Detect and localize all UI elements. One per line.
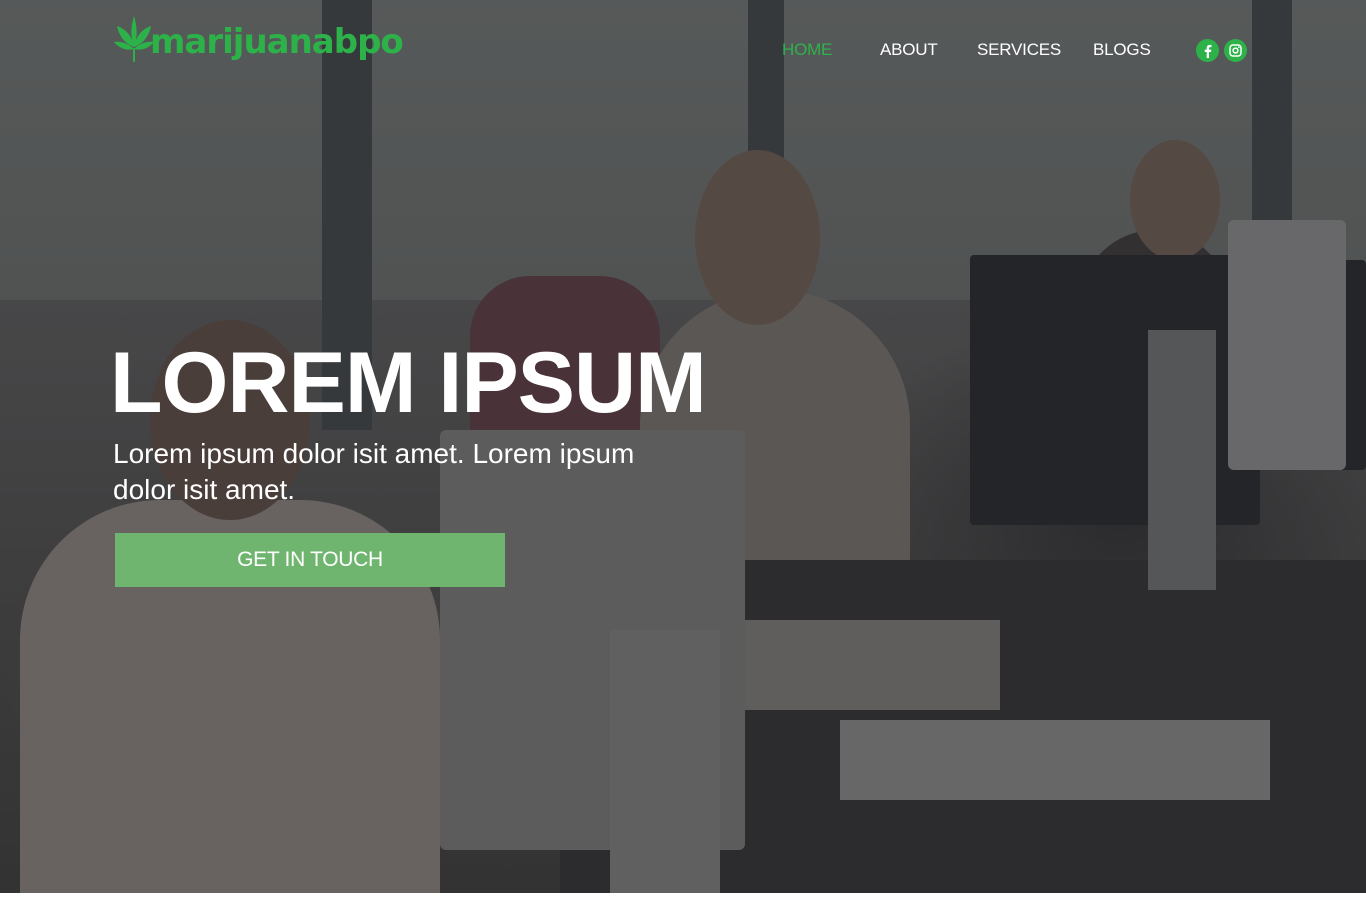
nav-item-blogs[interactable]: BLOGS bbox=[1093, 40, 1151, 60]
get-in-touch-button[interactable]: GET IN TOUCH bbox=[115, 533, 505, 587]
hero-subtext: Lorem ipsum dolor isit amet. Lorem ipsum… bbox=[113, 438, 635, 505]
nav-item-home[interactable]: HOME bbox=[782, 40, 832, 60]
instagram-icon bbox=[1229, 44, 1242, 57]
instagram-link[interactable] bbox=[1224, 39, 1247, 62]
main-nav: HOME ABOUT SERVICES BLOGS bbox=[0, 40, 1366, 62]
hero-section: marijuanabpo HOME ABOUT SERVICES BLOGS L… bbox=[0, 0, 1366, 893]
nav-item-services[interactable]: SERVICES bbox=[977, 40, 1061, 60]
facebook-icon bbox=[1204, 44, 1211, 58]
nav-item-about[interactable]: ABOUT bbox=[880, 40, 938, 60]
facebook-link[interactable] bbox=[1196, 39, 1219, 62]
hero-headline: LOREM IPSUM bbox=[110, 335, 707, 431]
